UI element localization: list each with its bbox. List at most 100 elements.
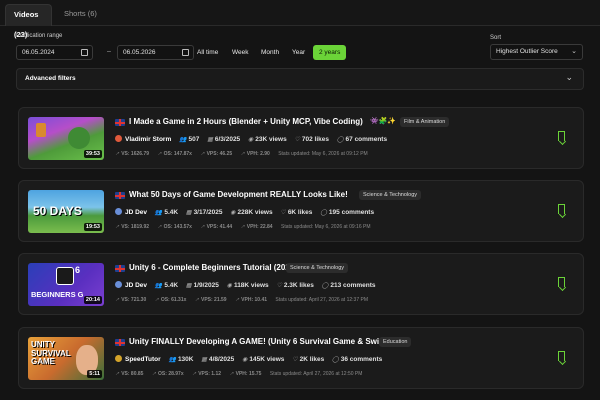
stat-os: OS: 147.87x — [163, 151, 192, 157]
view-count: 23K views — [255, 136, 287, 143]
calendar-icon[interactable] — [81, 49, 88, 56]
heart-icon: ♡ — [280, 210, 286, 216]
users-icon: 👥 — [154, 283, 163, 289]
thumb-tree — [68, 127, 90, 149]
stat-vs: VS: 1626.79 — [121, 151, 150, 157]
bookmark-icon[interactable] — [558, 351, 565, 361]
video-thumbnail[interactable]: 50 DAYS 19:53 — [28, 190, 104, 233]
view-count: 145K views — [249, 356, 285, 363]
range-all-time[interactable]: All time — [197, 45, 218, 60]
category-badge: Science & Technology — [286, 263, 349, 273]
trend-icon: ↗ — [157, 151, 162, 157]
tab-videos[interactable]: Videos (23) — [5, 4, 52, 39]
thumb-text: 50 DAYS — [33, 204, 82, 218]
users-icon: 👥 — [168, 357, 176, 363]
video-meta: SpeedTutor 👥 130K ▦ 4/8/2025 ◉ 145K views ♡… — [115, 355, 388, 363]
video-stats: ↗ VS: 1819.92 ↗ OS: 143.57x ↗ VPS: 41.44 ↗ V… — [115, 224, 378, 230]
video-title[interactable]: What 50 Days of Game Development REALLY … — [129, 190, 348, 199]
calendar-icon: ▦ — [207, 137, 213, 143]
video-title[interactable]: Unity FINALLY Developing A GAME! (Unity … — [129, 337, 400, 346]
thumb-number: 6 — [75, 265, 81, 275]
date-from-value: 06.05.2024 — [22, 49, 55, 56]
trend-icon: ↗ — [115, 371, 120, 377]
video-card[interactable]: 6 BEGINNERS G 20:14 Unity 6 - Complete B… — [18, 253, 584, 315]
chevron-down-icon: ⌄ — [571, 48, 577, 55]
stats-updated: Stats updated: May 6, 2026 at 09:16 PM — [280, 224, 371, 230]
eye-icon: ◉ — [226, 283, 232, 289]
video-card[interactable]: 50 DAYS 19:53 What 50 Days of Game Devel… — [18, 180, 584, 242]
category-badge: Science & Technology — [359, 190, 422, 200]
view-count: 118K views — [233, 282, 269, 289]
tab-shorts[interactable]: Shorts (6) — [56, 4, 105, 26]
video-meta: JD Dev 👥 5.4K ▦ 3/17/2025 ◉ 228K views ♡ 6K … — [115, 208, 380, 216]
advanced-filters-toggle[interactable]: Advanced filters ⌄ — [16, 68, 584, 90]
stat-vph: VPH: 22.84 — [246, 224, 273, 230]
range-2-years[interactable]: 2 years — [313, 45, 347, 60]
avatar — [115, 208, 122, 215]
stat-vph: VPH: 10.41 — [241, 297, 268, 303]
video-thumbnail[interactable]: 39:53 — [28, 117, 104, 160]
stat-vps: VPS: 46.25 — [206, 151, 233, 157]
avatar — [115, 135, 122, 142]
stat-os: OS: 61.31x — [160, 297, 187, 303]
bookmark-icon[interactable] — [558, 277, 565, 287]
video-duration: 19:53 — [83, 223, 102, 231]
stat-vps: VPS: 21.59 — [201, 297, 227, 303]
subscriber-count: 507 — [188, 136, 200, 143]
trend-icon: ↗ — [154, 297, 159, 303]
unity-logo-icon — [56, 267, 74, 285]
video-title-emoji: 👾🧩✨ — [370, 118, 397, 125]
range-month[interactable]: Month — [261, 45, 279, 60]
subscriber-count: 5.4K — [164, 282, 179, 289]
video-stats: ↗ VS: 80.85 ↗ OS: 28.97x ↗ VPS: 1.12 ↗ VPH: … — [115, 371, 369, 377]
bookmark-icon[interactable] — [558, 131, 565, 141]
stat-vph: VPH: 2.90 — [246, 151, 270, 157]
category-badge: Film & Animation — [400, 117, 450, 127]
heart-icon: ♡ — [276, 283, 282, 289]
date-to-input[interactable]: 06.05.2026 — [117, 45, 194, 60]
range-year[interactable]: Year — [292, 45, 305, 60]
date-to-value: 06.05.2026 — [123, 49, 156, 56]
video-thumbnail[interactable]: 6 BEGINNERS G 20:14 — [28, 263, 104, 306]
trend-icon: ↗ — [194, 297, 199, 303]
publish-date: 1/9/2025 — [193, 282, 219, 289]
bookmark-icon[interactable] — [558, 204, 565, 214]
video-title[interactable]: Unity 6 - Complete Beginners Tutorial (2… — [129, 263, 297, 272]
range-week[interactable]: Week — [232, 45, 249, 60]
eye-icon: ◉ — [242, 357, 248, 363]
comment-icon: ◯ — [336, 137, 344, 143]
stat-vs: VS: 80.85 — [121, 371, 144, 377]
uk-flag-icon — [115, 265, 125, 272]
uk-flag-icon — [115, 192, 125, 199]
channel-name[interactable]: JD Dev — [125, 282, 147, 289]
thumb-text: BEGINNERS G — [31, 290, 84, 299]
avatar — [115, 281, 122, 288]
comment-count: 213 comments — [330, 282, 376, 289]
trend-icon: ↗ — [192, 371, 197, 377]
trend-icon: ↗ — [157, 224, 162, 230]
channel-name[interactable]: SpeedTutor — [125, 356, 161, 363]
video-card[interactable]: UNITY SURVIVAL GAME 5:11 Unity FINALLY D… — [18, 327, 584, 389]
video-thumbnail[interactable]: UNITY SURVIVAL GAME 5:11 — [28, 337, 104, 380]
date-from-input[interactable]: 06.05.2024 — [16, 45, 93, 60]
trend-icon: ↗ — [115, 151, 120, 157]
like-count: 6K likes — [287, 209, 313, 216]
heart-icon: ♡ — [292, 357, 298, 363]
sort-select[interactable]: Highest Outlier Score ⌄ — [490, 44, 583, 60]
trend-icon: ↗ — [115, 224, 120, 230]
calendar-icon[interactable] — [182, 49, 189, 56]
video-duration: 5:11 — [87, 370, 102, 378]
stat-vps: VPS: 1.12 — [198, 371, 222, 377]
video-card[interactable]: 39:53 I Made a Game in 2 Hours (Blender … — [18, 107, 584, 169]
date-separator: – — [107, 48, 111, 55]
video-meta: JD Dev 👥 5.4K ▦ 1/9/2025 ◉ 118K views ♡ 2.3K… — [115, 281, 382, 289]
channel-name[interactable]: JD Dev — [125, 209, 147, 216]
subscriber-count: 130K — [177, 356, 194, 363]
category-badge: Education — [379, 337, 412, 347]
publish-date: 3/17/2025 — [193, 209, 223, 216]
trend-icon: ↗ — [234, 297, 240, 303]
channel-name[interactable]: Vladimir Storm — [125, 136, 171, 143]
video-title[interactable]: I Made a Game in 2 Hours (Blender + Unit… — [129, 117, 363, 126]
trend-icon: ↗ — [240, 224, 245, 230]
subscriber-count: 5.4K — [164, 209, 179, 216]
